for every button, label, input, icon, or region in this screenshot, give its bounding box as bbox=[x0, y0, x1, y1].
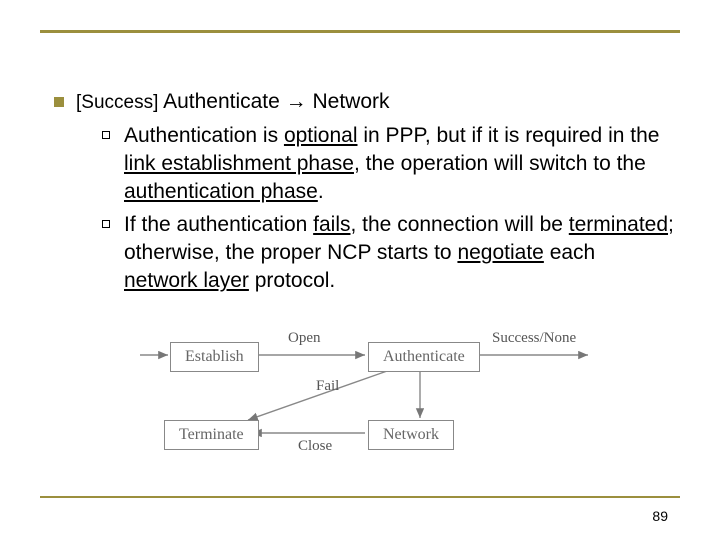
main-bullet-text: [Success] Authenticate → Network bbox=[76, 88, 390, 116]
diagram-box-authenticate: Authenticate bbox=[368, 342, 480, 372]
diagram-box-terminate: Terminate bbox=[164, 420, 259, 450]
sub-bullet-1-text: Authentication is optional in PPP, but i… bbox=[124, 122, 674, 207]
sub-bullet-list: Authentication is optional in PPP, but i… bbox=[54, 122, 674, 296]
condition-prefix: [Success] bbox=[76, 92, 158, 113]
bottom-horizontal-rule bbox=[40, 496, 680, 498]
sub-bullet-1: Authentication is optional in PPP, but i… bbox=[102, 122, 674, 207]
main-heading: Authenticate → Network bbox=[163, 90, 389, 113]
hollow-square-bullet-icon bbox=[102, 220, 110, 228]
slide-content: [Success] Authenticate → Network Authent… bbox=[54, 88, 674, 300]
diagram-label-close: Close bbox=[298, 438, 332, 455]
sub-bullet-2: If the authentication fails, the connect… bbox=[102, 211, 674, 296]
ppp-state-diagram: Establish Authenticate Terminate Network… bbox=[140, 320, 600, 470]
diagram-box-network: Network bbox=[368, 420, 454, 450]
diagram-label-success: Success/None bbox=[492, 330, 576, 347]
diagram-label-fail: Fail bbox=[316, 378, 339, 395]
page-number: 89 bbox=[652, 508, 668, 524]
main-bullet-row: [Success] Authenticate → Network bbox=[54, 88, 674, 116]
sub-bullet-2-text: If the authentication fails, the connect… bbox=[124, 211, 674, 296]
hollow-square-bullet-icon bbox=[102, 131, 110, 139]
top-horizontal-rule bbox=[40, 30, 680, 33]
diagram-label-open: Open bbox=[288, 330, 321, 347]
filled-square-bullet-icon bbox=[54, 97, 64, 107]
diagram-box-establish: Establish bbox=[170, 342, 259, 372]
